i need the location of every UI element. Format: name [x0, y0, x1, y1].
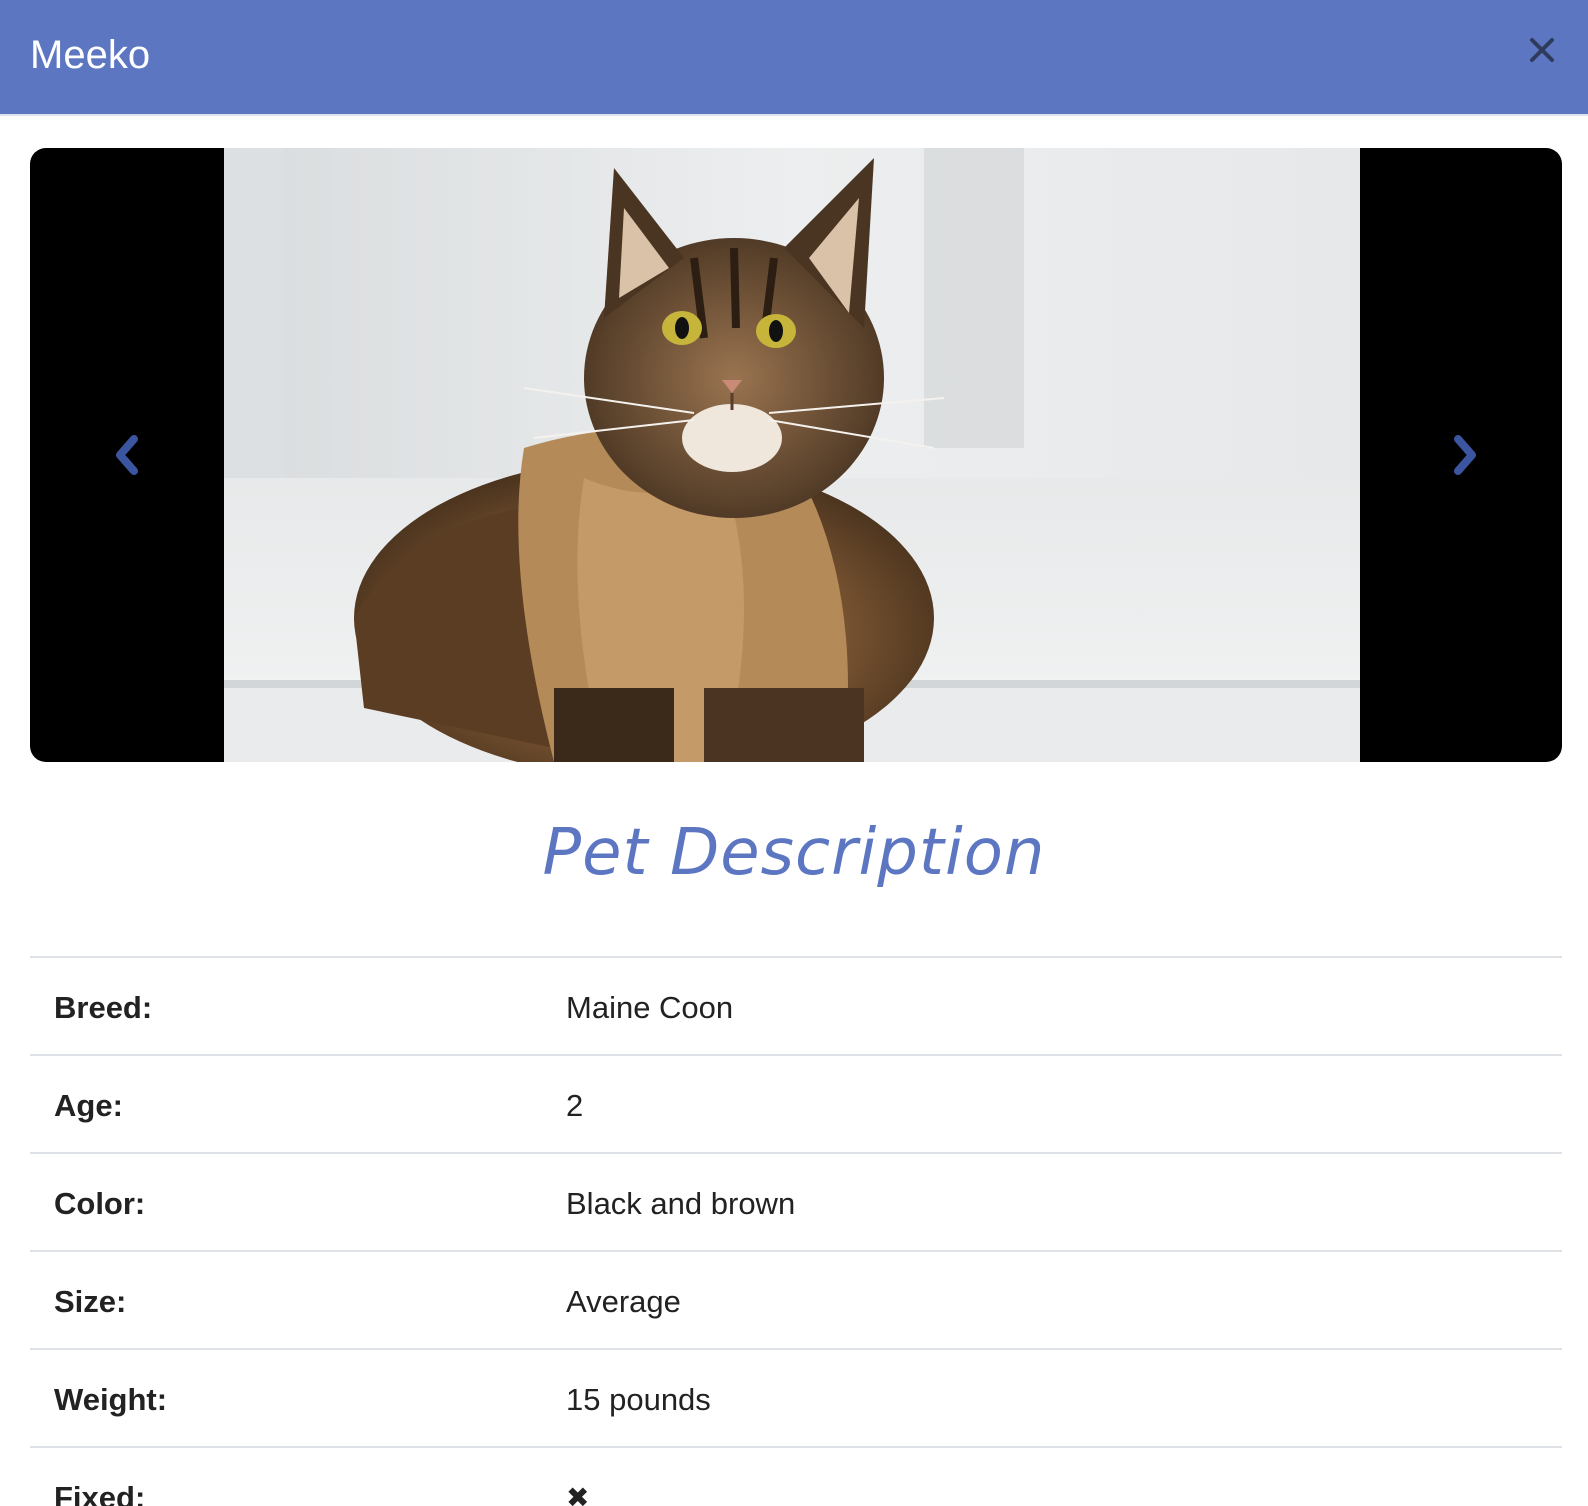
section-title: Pet Description — [542, 816, 1046, 890]
detail-value: Average — [566, 1284, 681, 1319]
detail-value: Maine Coon — [566, 990, 734, 1025]
detail-value: Black and brown — [566, 1186, 796, 1221]
photo-carousel — [30, 148, 1562, 762]
detail-value: 15 pounds — [566, 1382, 711, 1417]
carousel-prev-button[interactable] — [30, 148, 224, 762]
pet-modal: Meeko Pet Description Breed: Maine Coon … — [0, 0, 1588, 1506]
modal-title: Meeko — [30, 33, 151, 77]
close-button[interactable] — [1520, 28, 1564, 72]
pet-photo — [224, 148, 1360, 762]
detail-row-age: Age: 2 — [30, 1054, 1562, 1152]
cross-icon: ✖ — [566, 1482, 590, 1506]
detail-row-color: Color: Black and brown — [30, 1152, 1562, 1250]
detail-label: Color: — [54, 1186, 146, 1221]
detail-label: Fixed: — [54, 1480, 146, 1506]
detail-label: Weight: — [54, 1382, 168, 1417]
detail-row-breed: Breed: Maine Coon — [30, 956, 1562, 1054]
detail-label: Size: — [54, 1284, 127, 1319]
detail-label: Age: — [54, 1088, 123, 1123]
carousel-next-button[interactable] — [1368, 148, 1562, 762]
detail-row-fixed: Fixed: ✖ — [30, 1446, 1562, 1506]
modal-header: Meeko — [0, 0, 1588, 116]
chevron-right-icon — [1454, 435, 1476, 475]
pet-details-table: Breed: Maine Coon Age: 2 Color: Black an… — [30, 956, 1562, 1506]
detail-label: Breed: — [54, 990, 153, 1025]
detail-row-size: Size: Average — [30, 1250, 1562, 1348]
detail-value: 2 — [566, 1088, 584, 1123]
close-icon — [1530, 38, 1554, 62]
detail-row-weight: Weight: 15 pounds — [30, 1348, 1562, 1446]
chevron-left-icon — [116, 435, 138, 475]
